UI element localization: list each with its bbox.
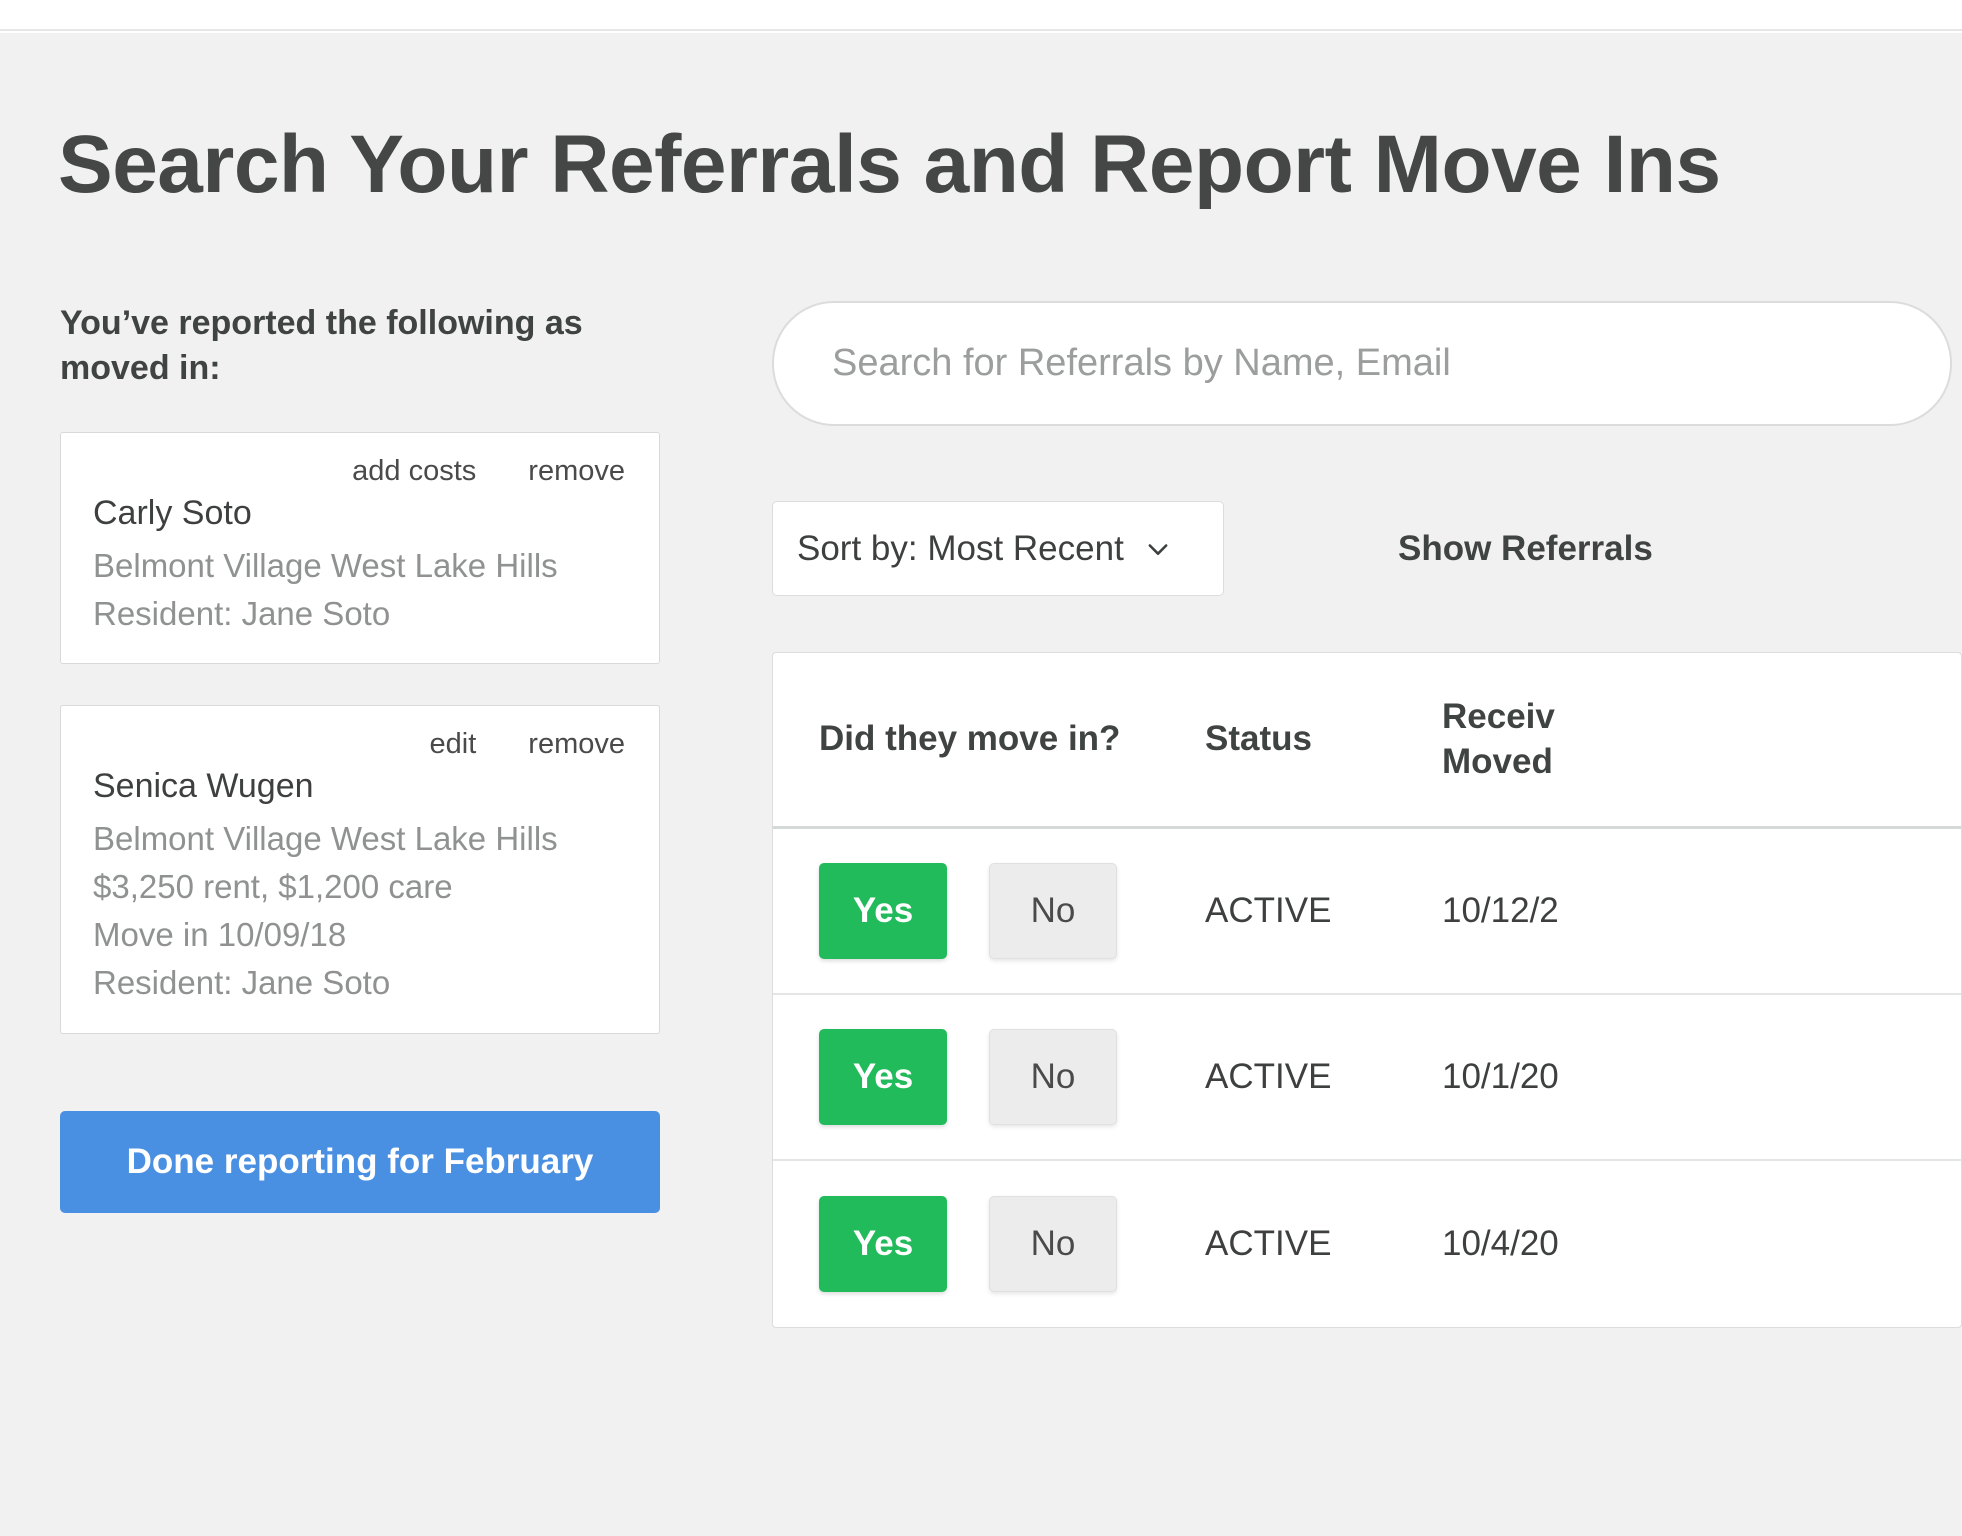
table-controls-row: Sort by: Most Recent Show Referrals (772, 501, 1962, 596)
referrals-table: Did they move in? Status Receiv Moved Ye… (772, 652, 1962, 1328)
moved-in-card: edit remove Senica Wugen Belmont Village… (60, 705, 660, 1034)
move-in-yes-button[interactable]: Yes (819, 1029, 947, 1125)
status-value: ACTIVE (1205, 891, 1332, 930)
received-date-value: 10/12/2 (1442, 891, 1559, 930)
browser-top-bar (0, 0, 1962, 31)
chevron-down-icon (1144, 535, 1172, 563)
move-in-no-button[interactable]: No (989, 1029, 1117, 1125)
add-costs-link[interactable]: add costs (352, 455, 476, 488)
received-date-value: 10/1/20 (1442, 1057, 1559, 1096)
column-header-status: Status (1205, 719, 1312, 759)
page-canvas: Search Your Referrals and Report Move In… (0, 33, 1962, 1536)
move-in-yes-button[interactable]: Yes (819, 1196, 947, 1292)
column-header-received-moved: Receiv Moved (1442, 695, 1742, 785)
card-actions: add costs remove (93, 455, 633, 488)
community-name: Belmont Village West Lake Hills (93, 820, 558, 858)
status-value: ACTIVE (1205, 1057, 1332, 1096)
reported-moved-in-heading: You’ve reported the following as moved i… (60, 304, 583, 387)
page-title: Search Your Referrals and Report Move In… (58, 119, 1721, 210)
received-date-value: 10/4/20 (1442, 1224, 1559, 1263)
community-name: Belmont Village West Lake Hills (93, 546, 558, 584)
move-in-no-button[interactable]: No (989, 863, 1117, 959)
moved-in-card: add costs remove Carly Soto Belmont Vill… (60, 431, 660, 665)
cost-details: $3,250 rent, $1,200 care (93, 868, 453, 906)
move-in-no-button[interactable]: No (989, 1196, 1117, 1292)
resident-name: Resident: Jane Soto (93, 594, 391, 632)
search-input[interactable] (772, 301, 1952, 426)
move-in-answer-cell: Yes No (819, 863, 1205, 959)
sort-by-dropdown[interactable]: Sort by: Most Recent (772, 501, 1224, 596)
reported-moved-in-panel: You’ve reported the following as moved i… (60, 301, 660, 1213)
table-row: Yes No ACTIVE 10/12/2 (773, 829, 1961, 995)
column-header-received-line2: Moved (1442, 741, 1553, 781)
show-referrals-label[interactable]: Show Referrals (1398, 529, 1653, 569)
done-reporting-button[interactable]: Done reporting for February (60, 1110, 660, 1213)
referral-name: Senica Wugen (93, 767, 314, 806)
column-header-did-they-move-in: Did they move in? (819, 719, 1121, 759)
move-in-yes-button[interactable]: Yes (819, 863, 947, 959)
move-in-answer-cell: Yes No (819, 1029, 1205, 1125)
move-in-date: Move in 10/09/18 (93, 916, 347, 954)
search-bar (772, 301, 1952, 426)
edit-link[interactable]: edit (430, 728, 477, 761)
table-row: Yes No ACTIVE 10/4/20 (773, 1161, 1961, 1327)
table-row: Yes No ACTIVE 10/1/20 (773, 995, 1961, 1161)
remove-link[interactable]: remove (528, 455, 625, 488)
referral-name: Carly Soto (93, 493, 252, 532)
referrals-search-panel: Sort by: Most Recent Show Referrals Did … (772, 301, 1962, 1328)
move-in-answer-cell: Yes No (819, 1196, 1205, 1292)
column-header-received-line1: Receiv (1442, 696, 1555, 736)
remove-link[interactable]: remove (528, 728, 625, 761)
sort-by-label: Sort by: Most Recent (797, 528, 1124, 568)
resident-name: Resident: Jane Soto (93, 963, 391, 1001)
card-actions: edit remove (93, 728, 633, 761)
table-header-row: Did they move in? Status Receiv Moved (773, 653, 1961, 829)
status-value: ACTIVE (1205, 1224, 1332, 1263)
